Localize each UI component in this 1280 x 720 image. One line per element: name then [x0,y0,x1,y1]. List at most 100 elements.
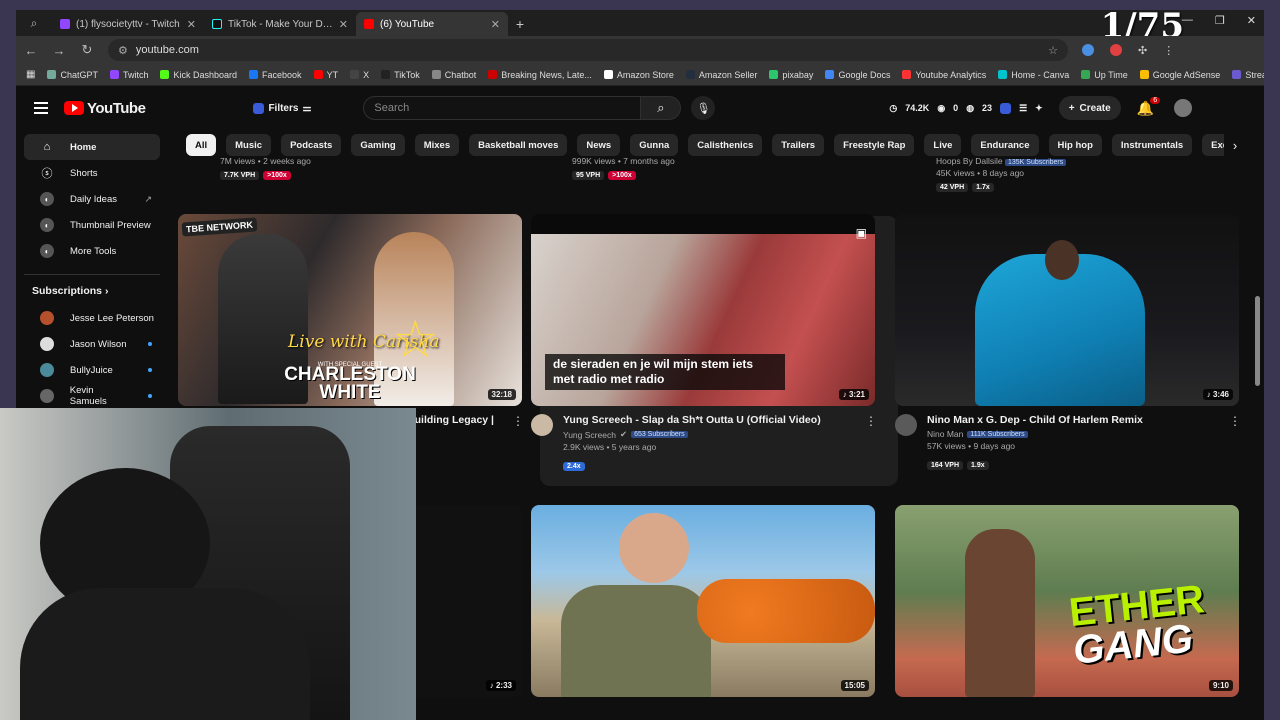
account-avatar[interactable] [1174,99,1193,117]
extension-icon[interactable] [1110,44,1122,56]
subscription-item[interactable]: BullyJuice [24,357,160,383]
bookmark-star-icon[interactable]: ☆ [1048,44,1058,57]
extension-icon[interactable] [1082,44,1094,56]
hamburger-menu-icon[interactable] [34,102,48,114]
filter-chip[interactable]: Mixes [414,134,460,156]
puzzle-icon[interactable]: ✣ [1138,44,1147,57]
channel-name[interactable]: Yung Screech [563,430,616,440]
close-icon[interactable]: ✕ [491,18,500,31]
sidebar-item-more-tools[interactable]: ◐ More Tools [24,238,160,264]
video-card[interactable]: 15:05 [531,505,875,697]
video-title[interactable]: Nino Man x G. Dep - Child Of Harlem Remi… [927,414,1219,427]
bookmark-item[interactable]: YT [313,70,338,80]
bookmark-item[interactable]: Up Time [1081,70,1128,80]
video-thumbnail[interactable]: 15:05 [531,505,875,697]
bookmark-label: ChatGPT [60,69,98,80]
more-options-icon[interactable]: ⋮ [1229,414,1241,472]
bookmark-item[interactable]: ChatGPT [47,70,98,80]
bookmark-item[interactable]: Kick Dashboard [160,70,237,80]
notifications-button[interactable]: 🔔 6 [1137,96,1161,117]
bookmark-item[interactable]: X [350,70,369,80]
apps-grid-icon[interactable]: ▦ [26,69,35,80]
bookmark-item[interactable]: Amazon Seller [685,70,757,80]
extension-icon[interactable] [1000,102,1012,114]
close-window-icon[interactable]: ✕ [1247,14,1256,27]
video-thumbnail[interactable]: de sieraden en je wil mijn stem iets met… [531,214,875,406]
bookmark-item[interactable]: Google AdSense [1139,70,1220,80]
tab-search-icon[interactable]: ⌕ [16,10,52,36]
video-thumbnail[interactable]: ETHER GANG 9:10 [895,505,1239,697]
bookmark-item[interactable]: pixabay [769,70,813,80]
subscription-item[interactable]: Kevin Samuels [24,383,160,409]
filter-chip[interactable]: News [577,134,621,156]
video-title[interactable]: Yung Screech - Slap da Sh*t Outta U (Off… [563,414,855,427]
channel-avatar[interactable] [531,414,553,436]
subscription-item[interactable]: Jason Wilson [24,331,160,357]
voice-search-button[interactable]: 🎙 [691,96,716,120]
reload-icon[interactable]: ↻ [80,42,94,58]
video-thumbnail[interactable]: TBE NETWORK Live with Carisha ☆ WITH SPE… [178,214,522,406]
forward-icon[interactable]: → [52,43,66,58]
site-info-icon[interactable]: ⚙ [118,44,128,57]
video-card[interactable]: TBE NETWORK Live with Carisha ☆ WITH SPE… [178,214,524,428]
address-bar[interactable]: ⚙ youtube.com ☆ [108,39,1068,61]
filter-chip[interactable]: Podcasts [281,134,342,156]
sidebar-item-thumbnail-preview[interactable]: ◐ Thumbnail Preview [24,212,160,238]
channel-avatar[interactable] [895,414,917,436]
filter-chip[interactable]: Music [226,134,272,156]
filter-chip[interactable]: All [186,134,217,156]
filter-chip[interactable]: Basketball moves [469,134,568,156]
back-icon[interactable]: ← [24,43,38,58]
spark-icon[interactable]: ✦ [1035,103,1043,114]
filters-button[interactable]: Filters ⚌ [253,102,311,114]
bookmark-item[interactable]: Amazon Store [603,70,674,80]
filter-chip[interactable]: Calisthenics [688,134,763,156]
new-tab-button[interactable]: + [508,12,532,36]
youtube-logo[interactable]: YouTube [64,100,146,117]
video-card[interactable]: ETHER GANG 9:10 [895,505,1239,697]
bookmark-item[interactable]: Facebook [249,70,302,80]
tab-twitch[interactable]: (1) flysocietyttv - Twitch ✕ [52,12,204,36]
more-options-icon[interactable]: ⋮ [512,414,524,428]
scrollbar[interactable] [1255,296,1260,386]
filter-chip[interactable]: Instrumentals [1111,134,1193,156]
create-button[interactable]: + Create [1058,96,1121,120]
subscriptions-heading[interactable]: Subscriptions › [16,285,168,297]
bookmark-item[interactable]: Chatbot [431,70,476,80]
filter-chip[interactable]: Live [924,134,962,156]
bookmark-item[interactable]: Home - Canva [998,70,1069,80]
video-card[interactable]: de sieraden en je wil mijn stem iets met… [531,214,877,473]
channel-name[interactable]: Nino Man [927,429,963,439]
bookmark-item[interactable]: Google Docs [825,70,890,80]
maximize-icon[interactable]: ❐ [1215,14,1225,27]
tab-tiktok[interactable]: TikTok - Make Your Day ✕ [204,12,356,36]
search-input[interactable]: Search [363,96,642,120]
video-thumbnail[interactable]: ♪ 3:46 [895,214,1239,406]
filter-chip[interactable]: Gunna [630,134,679,156]
bookmark-item[interactable]: StreamElements - M... [1232,70,1264,80]
image-icon[interactable]: ▣ [856,226,867,240]
video-card[interactable]: ♪ 3:46 Nino Man x G. Dep - Child Of Harl… [895,214,1241,472]
more-options-icon[interactable]: ⋮ [865,414,877,473]
chips-next-button[interactable]: › [1224,134,1246,156]
filter-chip[interactable]: Trailers [772,134,825,156]
bookmark-item[interactable]: TikTok [381,70,420,80]
bookmark-item[interactable]: Youtube Analytics [902,70,986,80]
filter-chip[interactable]: Gaming [351,134,405,156]
sidebar-item-daily-ideas[interactable]: ◐ Daily Ideas ↗ [24,186,160,212]
filter-chip[interactable]: Freestyle Rap [834,134,915,156]
search-button[interactable]: ⌕ [641,96,682,120]
menu-icon[interactable]: ⋮ [1163,44,1174,57]
bookmark-item[interactable]: Breaking News, Late... [488,70,592,80]
tab-youtube[interactable]: (6) YouTube ✕ [356,12,508,36]
subscription-item[interactable]: Jesse Lee Peterson [24,305,160,331]
close-icon[interactable]: ✕ [187,18,196,31]
filter-chip[interactable]: Hip hop [1048,134,1102,156]
bookmark-item[interactable]: Twitch [109,70,148,80]
sidebar-item-home[interactable]: ⌂ Home [24,134,160,160]
list-icon[interactable]: ☰ [1019,103,1027,114]
sidebar-item-shorts[interactable]: ⓢ Shorts [24,160,160,186]
close-icon[interactable]: ✕ [339,18,348,31]
avatar [40,337,54,351]
filter-chip[interactable]: Endurance [971,134,1039,156]
